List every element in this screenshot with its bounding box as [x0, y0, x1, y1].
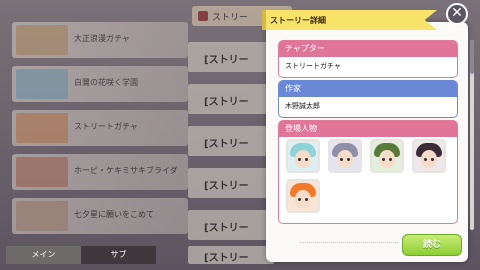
story-row[interactable]: [ストリー — [188, 126, 274, 156]
story-row-label: [ストリー — [204, 97, 249, 108]
portrait-eye — [305, 198, 308, 201]
read-button[interactable]: 読む — [402, 234, 462, 256]
tab-sub[interactable]: サブ — [81, 246, 156, 264]
story-thumbnail — [16, 25, 68, 55]
portrait-eye — [305, 158, 308, 161]
author-label: 作家 — [279, 81, 457, 97]
story-label: 七夕星に願いをこめて — [74, 210, 154, 219]
portrait-eye — [347, 158, 350, 161]
story-label: ストリートガチャ — [74, 122, 138, 131]
tab-main[interactable]: メイン — [6, 246, 81, 264]
story-label: ホーピ・ケキミサキブライダ — [74, 166, 178, 175]
portrait-eye — [431, 158, 434, 161]
book-icon — [198, 11, 208, 21]
story-label: 白鷺の花咲く学園 — [74, 78, 138, 87]
dialog-title: ストーリー詳細 — [270, 16, 326, 25]
list-item[interactable]: ホーピ・ケキミサキブライダ — [12, 154, 188, 190]
story-thumbnail — [16, 69, 68, 99]
portrait-eye — [298, 158, 301, 161]
portrait-eye — [382, 158, 385, 161]
list-item[interactable]: 大正浪漫ガチャ — [12, 22, 188, 58]
story-row-label: [ストリー — [204, 139, 249, 150]
portrait-eye — [424, 158, 427, 161]
author-value: 木野誠太郎 — [279, 97, 457, 116]
story-row-label: [ストリー — [204, 181, 249, 192]
character-portrait[interactable] — [328, 139, 362, 173]
close-button[interactable]: ✕ — [446, 3, 468, 25]
story-row[interactable]: [ストリー — [188, 42, 274, 72]
list-item[interactable]: 白鷺の花咲く学園 — [12, 66, 188, 102]
story-row[interactable]: [ストリー — [188, 84, 274, 114]
author-section: 作家 木野誠太郎 — [278, 80, 458, 118]
story-row[interactable]: [ストリー — [188, 168, 274, 198]
list-item[interactable]: ストリートガチャ — [12, 110, 188, 146]
story-row-label: [ストリー — [204, 253, 249, 264]
dialog-title-ribbon: ストーリー詳細 — [262, 10, 437, 30]
portrait-eye — [340, 158, 343, 161]
portrait-eye — [389, 158, 392, 161]
character-portrait[interactable] — [286, 179, 320, 213]
chapter-label: チャプター — [279, 41, 457, 57]
decorative-dotted-line — [300, 242, 398, 244]
story-row-label: [ストリー — [204, 55, 249, 66]
character-portrait[interactable] — [412, 139, 446, 173]
tab-bar: メイン サブ — [6, 246, 156, 264]
list-item[interactable]: 七夕星に願いをこめて — [12, 198, 188, 234]
ribbon-stripe — [262, 10, 266, 30]
story-thumbnail — [16, 113, 68, 143]
characters-label: 登場人物 — [279, 121, 457, 137]
character-portrait[interactable] — [370, 139, 404, 173]
scrollbar[interactable] — [470, 40, 474, 230]
story-row[interactable]: [ストリー — [188, 210, 274, 240]
story-label: 大正浪漫ガチャ — [74, 34, 130, 43]
chapter-section: チャプター ストリートガチャ — [278, 40, 458, 78]
story-row[interactable]: [ストリー — [188, 246, 274, 264]
scrollbar-thumb[interactable] — [470, 40, 474, 74]
character-portrait[interactable] — [286, 139, 320, 173]
portrait-eye — [298, 198, 301, 201]
story-row-label: [ストリー — [204, 223, 249, 234]
story-thumbnail — [16, 157, 68, 187]
story-thumbnail — [16, 201, 68, 231]
story-list: 大正浪漫ガチャ 白鷺の花咲く学園 ストリートガチャ ホーピ・ケキミサキブライダ … — [6, 8, 191, 240]
chapter-value: ストリートガチャ — [279, 57, 457, 76]
middle-header-label: ストリー — [212, 13, 249, 23]
